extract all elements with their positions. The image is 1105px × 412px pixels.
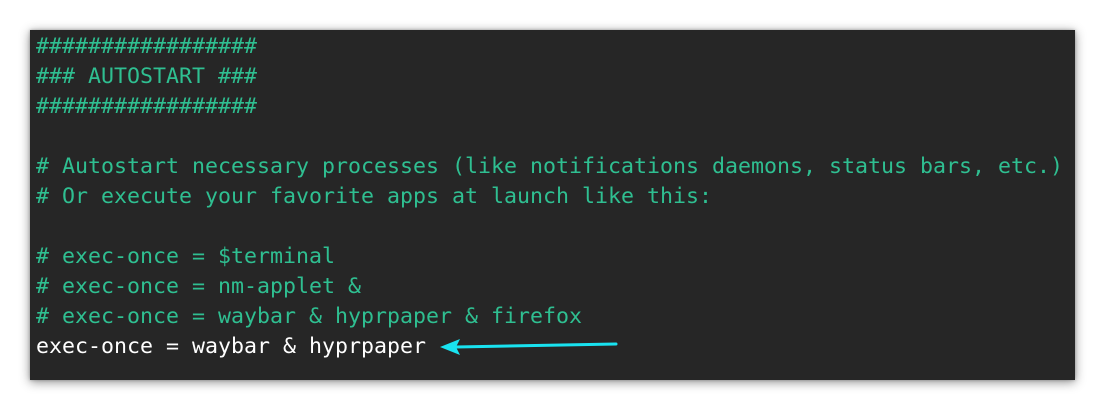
config-line: # Autostart necessary processes (like no…	[36, 154, 1064, 179]
config-line: # exec-once = nm-applet &	[36, 274, 362, 299]
config-line: #################	[36, 34, 258, 59]
config-line: # exec-once = $terminal	[36, 244, 336, 269]
config-line: # Or execute your favorite apps at launc…	[36, 184, 713, 209]
terminal-window: ################# ### AUTOSTART ### ####…	[30, 30, 1075, 380]
config-line: #################	[36, 94, 258, 119]
config-line: ### AUTOSTART ###	[36, 64, 258, 89]
config-line	[36, 122, 1075, 152]
left-arrow-icon	[440, 339, 618, 355]
config-line: # exec-once = waybar & hyprpaper & firef…	[36, 304, 583, 329]
config-line	[36, 212, 1075, 242]
